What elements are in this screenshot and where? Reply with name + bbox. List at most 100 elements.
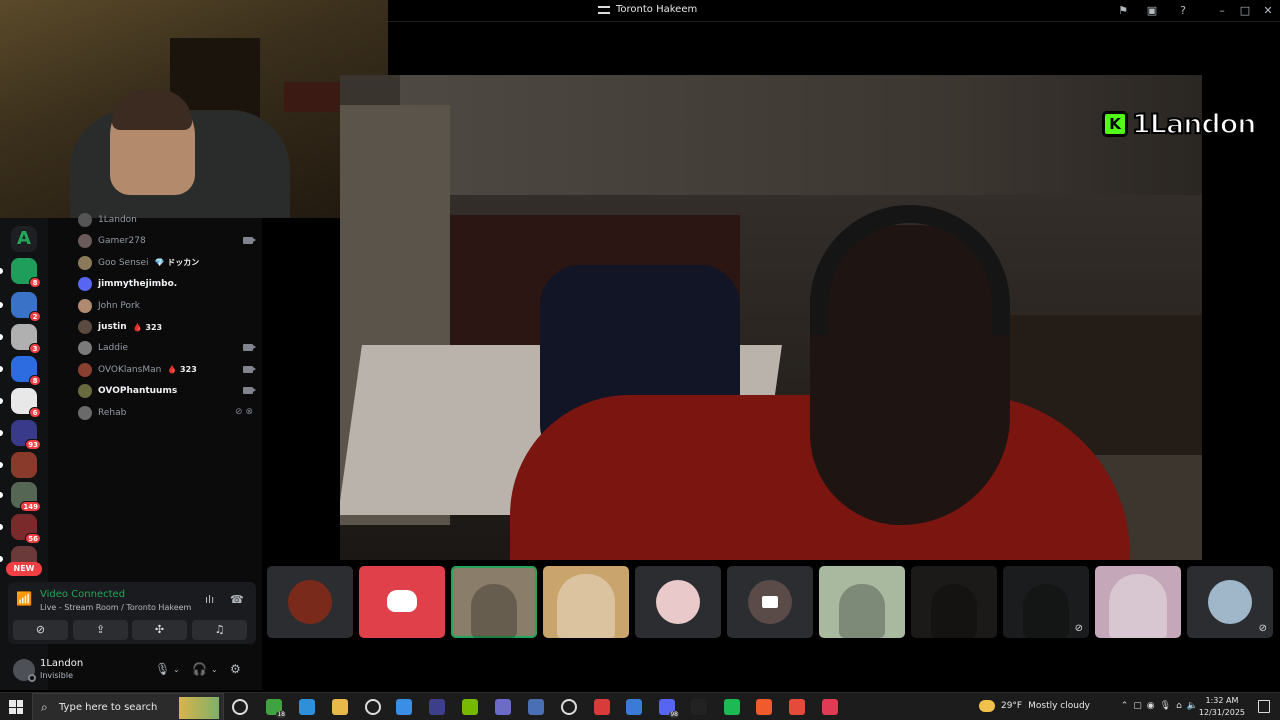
participant-video (1023, 584, 1069, 638)
server-item[interactable]: 8 (11, 356, 41, 386)
participant-tile[interactable] (819, 566, 905, 638)
help-icon[interactable]: ? (1175, 3, 1191, 19)
server-item[interactable]: 2 (11, 292, 41, 322)
settings-icon[interactable] (561, 699, 577, 715)
screen-share-button[interactable]: ⇪ (73, 620, 128, 640)
server-item[interactable]: 149 (11, 482, 41, 512)
server-item[interactable]: 3 (11, 324, 41, 354)
activities-button[interactable]: ✣ (132, 620, 187, 640)
server-item[interactable]: 6 (11, 388, 41, 418)
task-view-icon[interactable] (232, 699, 248, 715)
app-icon[interactable] (822, 699, 838, 715)
connection-signal-icon[interactable]: 📶 (16, 591, 34, 609)
xbox-icon[interactable]: 18 (266, 699, 286, 718)
app-icon[interactable] (691, 699, 707, 715)
server-item[interactable]: 8 (11, 258, 41, 288)
voice-member[interactable]: OVOPhantuums (78, 382, 256, 400)
participant-tile[interactable] (359, 566, 445, 638)
mic-options-chevron-icon[interactable]: ⌄ (173, 665, 180, 674)
pip-webcam[interactable] (0, 0, 388, 218)
file-explorer-icon[interactable] (332, 699, 348, 715)
muted-deafened-icon: ⊘ ⊗ (235, 406, 253, 417)
weather-widget[interactable]: 29°F Mostly cloudy (978, 700, 1090, 712)
server-mention-badge: 149 (20, 501, 41, 512)
spotify-icon[interactable] (724, 699, 740, 715)
camera-off-button[interactable]: ⊘ (13, 620, 68, 640)
brave-icon[interactable] (756, 699, 772, 715)
maximize-icon[interactable]: □ (1237, 3, 1253, 19)
edge-icon[interactable] (299, 699, 315, 715)
participant-tile[interactable] (451, 566, 537, 638)
headphones-icon[interactable]: 🎧 (192, 662, 207, 676)
window-title: Toronto Hakeem (598, 4, 697, 15)
kick-logo-icon: K (1102, 111, 1128, 137)
participant-tile[interactable] (635, 566, 721, 638)
voice-member[interactable]: Gamer278 (78, 232, 256, 250)
nvidia-icon[interactable] (462, 699, 478, 715)
microphone-tray-icon[interactable]: 🎙 (1160, 701, 1171, 711)
obs-icon[interactable] (365, 699, 381, 715)
network-icon[interactable]: ⌂ (1176, 701, 1182, 711)
voice-member[interactable]: Laddie (78, 339, 256, 357)
server-item[interactable] (11, 452, 37, 478)
noise-suppression-icon[interactable]: ılı (205, 593, 214, 606)
media-icon[interactable] (495, 699, 511, 715)
voice-member[interactable]: justin 🩸 323 (78, 318, 253, 336)
tray-app-icon[interactable]: ◉ (1147, 701, 1155, 711)
window-title-text: Toronto Hakeem (616, 4, 698, 15)
unread-indicator (0, 524, 3, 530)
participant-tile[interactable] (727, 566, 813, 638)
taskbar-search[interactable]: ⌕ Type here to search (32, 693, 224, 720)
participant-tile[interactable] (911, 566, 997, 638)
member-avatar (78, 298, 92, 313)
voice-member[interactable]: Rehab ⊘ ⊗ (78, 404, 253, 422)
app-icon[interactable] (429, 699, 445, 715)
member-guild-tag: 💎 ドッカン (154, 258, 200, 268)
show-hidden-icons-chevron-icon[interactable]: ⌃ (1121, 701, 1129, 711)
discord-icon[interactable]: 98 (659, 699, 679, 718)
notifications-icon[interactable] (1258, 700, 1270, 713)
participant-tile[interactable] (1095, 566, 1181, 638)
audio-options-chevron-icon[interactable]: ⌄ (211, 665, 218, 674)
main-stream-video[interactable] (340, 75, 1202, 560)
voice-member[interactable]: John Pork (78, 297, 253, 315)
unread-indicator (0, 430, 3, 436)
voice-member[interactable]: OVOKlansMan 🩸 323 (78, 361, 256, 379)
calculator-icon[interactable] (528, 699, 544, 715)
participant-tile[interactable]: ⊘ (1187, 566, 1273, 638)
member-name: justin (98, 322, 127, 332)
close-icon[interactable]: ✕ (1260, 3, 1276, 19)
server-a[interactable]: A (11, 226, 37, 252)
participant-tile[interactable] (267, 566, 353, 638)
server-item[interactable]: 93 (11, 420, 41, 450)
user-panel: 1Landon Invisible 🎙 ⌄ 🎧 ⌄ ⚙ (8, 650, 256, 688)
member-name: OVOKlansMan (98, 364, 162, 375)
minimize-icon[interactable]: – (1214, 3, 1230, 19)
soundboard-button[interactable]: ♫ (192, 620, 247, 640)
new-badge[interactable]: NEW (6, 562, 42, 576)
voice-member[interactable]: 1Landon (78, 211, 253, 229)
participant-tile[interactable]: ⊘ (1003, 566, 1089, 638)
voice-status[interactable]: Video Connected (40, 589, 125, 600)
tray-app-icon[interactable]: ▢ (1133, 701, 1142, 711)
voice-member[interactable]: jimmythejimbo. (78, 275, 253, 293)
flag-icon[interactable]: ⚑ (1115, 3, 1131, 19)
user-status[interactable]: Invisible (40, 671, 73, 680)
app-icon[interactable] (626, 699, 642, 715)
server-mention-badge: 6 (29, 407, 41, 418)
store-icon[interactable] (396, 699, 412, 715)
participant-tile[interactable] (543, 566, 629, 638)
windows-start-icon[interactable] (9, 700, 23, 714)
inbox-icon[interactable]: ▣ (1144, 3, 1160, 19)
voice-location[interactable]: Live - Stream Room / Toronto Hakeem (40, 603, 191, 612)
roblox-icon[interactable] (594, 699, 610, 715)
server-item[interactable]: 56 (11, 514, 41, 544)
microphone-icon[interactable]: 🎙 (155, 662, 170, 676)
taskbar-clock[interactable]: 1:32 AM 12/31/2025 (1199, 695, 1245, 719)
user-name[interactable]: 1Landon (40, 658, 83, 669)
disconnect-icon[interactable]: ☎ (230, 593, 244, 606)
settings-gear-icon[interactable]: ⚙ (230, 662, 241, 676)
chrome-icon[interactable] (789, 699, 805, 715)
volume-icon[interactable]: 🔈 (1187, 701, 1198, 711)
voice-member[interactable]: Goo Sensei 💎 ドッカン (78, 254, 253, 272)
